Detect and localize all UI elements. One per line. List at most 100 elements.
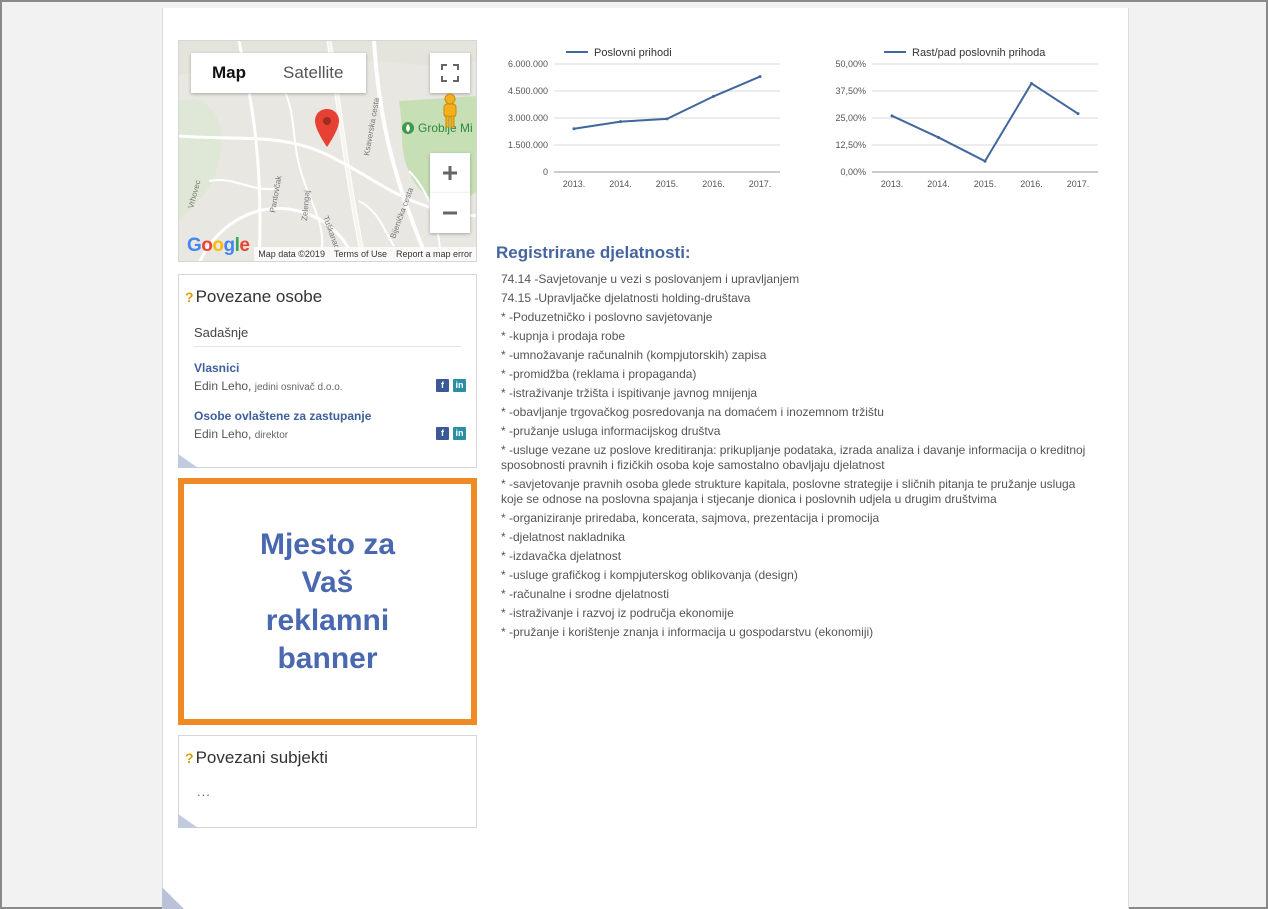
activity-item: * -promidžba (reklama i propaganda) [501,367,697,381]
y-tick-label: 25,00% [835,113,866,123]
panel-fold-corner [178,814,198,828]
panel-title: ? Povezani subjekti [185,748,476,768]
fullscreen-icon [441,64,459,82]
data-point [983,159,987,163]
map-data-label: Map data ©2019 [258,249,325,259]
legend-label: Poslovni prihodi [594,47,672,59]
data-point [1076,112,1080,116]
person-role-note: direktor [254,430,289,441]
cemetery-icon [402,122,414,134]
person-row: Edin Leho, direktor f in [194,427,466,443]
x-tick-label: 2016. [1020,179,1043,189]
y-tick-label: 0 [543,167,548,177]
map-type-map-button[interactable]: Map [191,53,267,93]
person-name-link[interactable]: Edin Leho, [194,427,251,441]
pegman-icon [443,93,457,128]
zoom-out-button[interactable] [430,193,470,233]
google-logo[interactable]: Google [187,235,250,257]
activity-item: 74.15 -Upravljačke djelatnosti holding-d… [501,291,751,305]
activity-item: * -istraživanje i razvoj iz područja eko… [501,606,734,620]
ad-banner-text: Mjesto za Vaš reklamni banner [259,527,396,675]
help-icon[interactable]: ? [185,289,194,305]
activity-item: * -istraživanje tržišta i ispitivanje ja… [501,386,758,400]
activity-item: * -izdavačka djelatnost [501,549,622,563]
related-subjects-panel: ? Povezani subjekti ... [178,735,477,828]
subjects-placeholder: ... [197,784,211,799]
help-icon[interactable]: ? [185,750,194,766]
social-links: f in [436,379,466,392]
activity-item: * -usluge vezane uz poslove kreditiranja… [501,443,1086,472]
y-tick-label: 0,00% [840,167,866,177]
registered-activities-heading: Registrirane djelatnosti: [496,243,691,262]
x-tick-label: 2016. [702,179,725,189]
y-tick-label: 3.000.000 [508,113,548,123]
x-tick-label: 2017. [1067,179,1090,189]
revenue-chart: 6.000.000 4.500.000 3.000.000 1.500.000 0 201… [508,47,780,189]
related-people-panel: ? Povezane osobe Sadašnje Vlasnici Edin L… [178,274,477,468]
fullscreen-button[interactable] [430,53,470,93]
revenue-growth-chart: 50,00% 37,50% 25,00% 12,50% 0,00% 2013. 2014. 2… [835,47,1098,189]
ad-banner[interactable]: Mjesto za Vaš reklamni banner [178,478,477,725]
y-tick-label: 12,50% [835,140,866,150]
person-name-link[interactable]: Edin Leho, [194,379,251,393]
data-point [712,94,715,98]
activity-item: * -organiziranje priredaba, koncerata, s… [501,511,880,525]
section-heading: Sadašnje [194,325,461,347]
pegman-button[interactable] [437,93,463,129]
zoom-out-icon [443,211,457,215]
activity-item: * -usluge grafičkog i kompjuterskog obli… [501,568,798,582]
panel-title: ? Povezane osobe [185,287,476,307]
activity-item: * -djelatnost nakladnika [501,530,626,544]
legend-label: Rast/pad poslovnih prihoda [912,47,1046,59]
person-role-note: jedini osnivač d.o.o. [254,382,343,393]
x-tick-label: 2013. [881,179,904,189]
data-point [1030,81,1033,85]
facebook-icon[interactable]: f [436,379,449,392]
x-tick-label: 2013. [563,179,586,189]
zoom-in-button[interactable] [430,153,470,193]
series-line [891,82,1079,163]
x-tick-label: 2015. [974,179,997,189]
activity-item: * -pružanje usluga informacijskog društv… [501,424,721,438]
location-pin-icon[interactable] [315,109,339,149]
x-tick-label: 2015. [656,179,679,189]
map-type-toggle[interactable]: Map Satellite [191,53,366,93]
page-fold-corner [162,887,184,909]
location-map[interactable]: Vrhovec Pantovčak Zelengaj Tuškanac Bije… [178,40,477,262]
social-links: f in [436,427,466,440]
panel-title-text: Povezane osobe [195,287,323,306]
x-tick-label: 2014. [927,179,950,189]
data-point [619,120,622,124]
x-tick-label: 2014. [609,179,632,189]
registered-activities-list: 74.14 -Savjetovanje u vezi s poslovanjem… [501,272,1096,644]
activity-item: * -umnožavanje računalnih (kompjutorskih… [501,348,767,362]
y-tick-label: 1.500.000 [508,140,548,150]
activity-item: * -pružanje i korištenje znanja i inform… [501,625,874,639]
activity-item: 74.14 -Savjetovanje u vezi s poslovanjem… [501,272,800,286]
data-point [937,135,940,139]
activity-item: * -obavljanje trgovačkog posredovanja na… [501,405,884,419]
linkedin-icon[interactable]: in [453,427,466,440]
map-type-satellite-button[interactable]: Satellite [267,53,359,93]
person-row: Edin Leho, jedini osnivač d.o.o. f in [194,379,466,395]
activity-item: * -računalne i srodne djelatnosti [501,587,670,601]
y-tick-label: 6.000.000 [508,59,548,69]
panel-fold-corner [178,454,198,468]
map-attribution: Map data ©2019 Terms of Use Report a map… [254,247,476,261]
zoom-in-icon [443,166,457,180]
linkedin-icon[interactable]: in [453,379,466,392]
report-map-error-link[interactable]: Report a map error [396,249,472,259]
activity-item: * -Poduzetničko i poslovno savjetovanje [501,310,713,324]
series-line [573,75,761,130]
terms-of-use-link[interactable]: Terms of Use [334,249,387,259]
x-tick-label: 2017. [749,179,772,189]
y-tick-label: 37,50% [835,86,866,96]
y-tick-label: 4.500.000 [508,86,548,96]
role-heading-owners: Vlasnici [194,361,240,375]
facebook-icon[interactable]: f [436,427,449,440]
data-point [572,127,576,131]
activity-item: * -kupnja i prodaja robe [501,329,626,343]
data-point [665,117,669,121]
data-point [890,114,894,118]
activity-item: * -savjetovanje pravnih osoba glede stru… [501,477,1076,506]
